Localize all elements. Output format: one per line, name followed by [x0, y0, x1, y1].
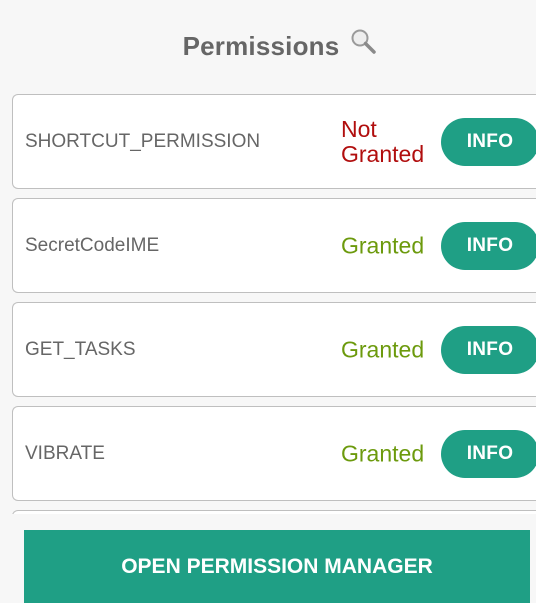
permission-name: SHORTCUT_PERMISSION	[25, 130, 261, 152]
permission-list: SHORTCUT_PERMISSION Not Granted INFO Sec…	[12, 94, 536, 514]
permission-status: Granted	[341, 232, 425, 258]
info-button[interactable]: INFO	[441, 325, 536, 374]
info-button[interactable]: INFO	[441, 117, 536, 166]
permission-name: VIBRATE	[25, 442, 105, 464]
permission-status: Granted	[341, 336, 425, 362]
permission-row-partial	[12, 510, 536, 514]
info-button[interactable]: INFO	[441, 221, 536, 270]
permission-row-shortcut-permission: SHORTCUT_PERMISSION Not Granted INFO	[12, 94, 536, 189]
permission-row-get-tasks: GET_TASKS Granted INFO	[12, 302, 536, 397]
info-button[interactable]: INFO	[441, 429, 536, 478]
page-title: Permissions	[182, 30, 340, 61]
permission-name: SecretCodeIME	[25, 234, 160, 256]
permission-name: GET_TASKS	[25, 338, 136, 360]
permission-status: Granted	[341, 440, 425, 466]
permission-status: Not Granted	[341, 115, 425, 167]
permission-row-vibrate: VIBRATE Granted INFO	[12, 406, 536, 501]
search-icon[interactable]	[349, 27, 377, 55]
permission-row-secretcodeime: SecretCodeIME Granted INFO	[12, 198, 536, 293]
permissions-screen: Permissions SHORTCUT_PERMISSION Not Gran…	[0, 0, 536, 603]
open-permission-manager-button[interactable]: OPEN PERMISSION MANAGER	[24, 530, 530, 603]
header: Permissions	[0, 0, 536, 92]
